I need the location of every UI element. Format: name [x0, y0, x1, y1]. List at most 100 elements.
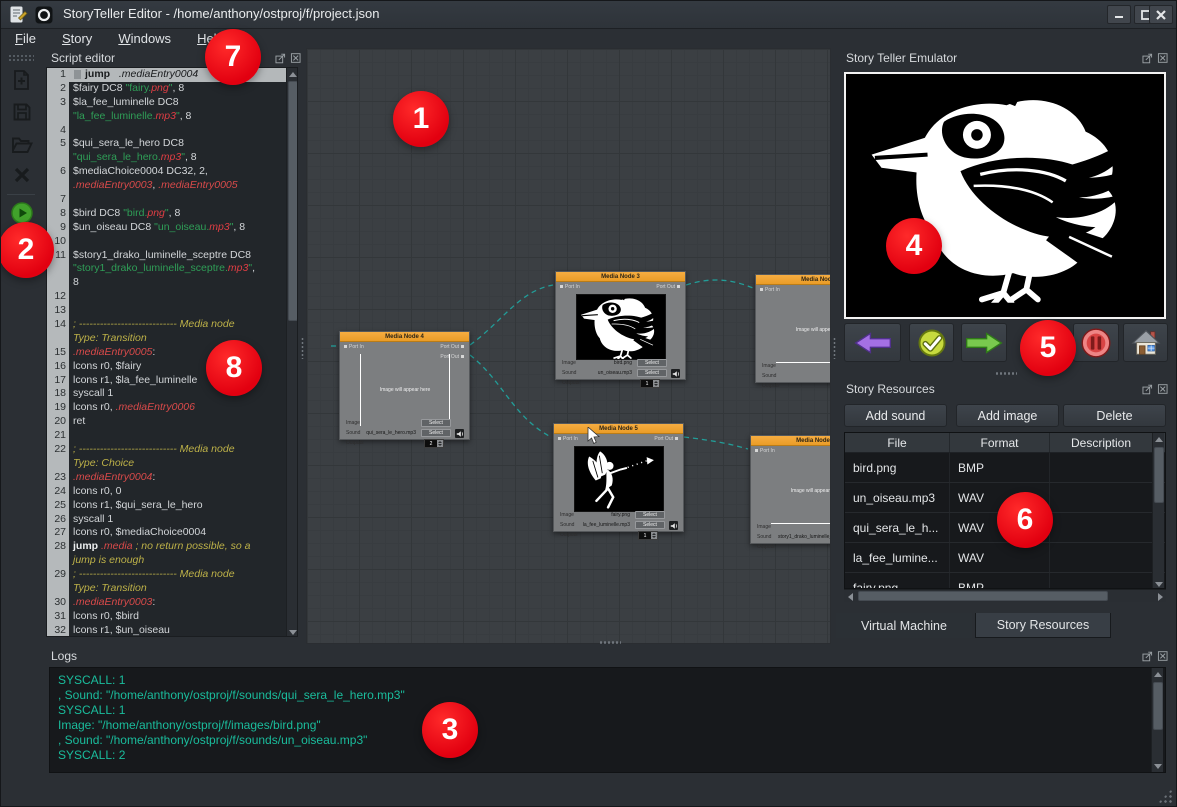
table-cell[interactable]: la_fee_lumine... [845, 543, 950, 572]
table-cell[interactable]: BMP [950, 453, 1050, 482]
select-image-button[interactable]: Select [635, 511, 665, 519]
run-icon[interactable] [10, 201, 34, 225]
logs-output[interactable]: SYSCALL: 1, Sound: "/home/anthony/ostpro… [49, 667, 1166, 773]
code-text[interactable]: $qui_sera_le_hero DC8 [69, 137, 297, 151]
code-text[interactable]: $un_oiseau DC8 "un_oiseau.mp3", 8 [69, 221, 297, 235]
code-text[interactable]: lcons r0, $bird [69, 610, 297, 624]
table-vscrollbar[interactable] [1152, 433, 1164, 589]
float-panel-icon[interactable] [1142, 52, 1154, 64]
editor-line[interactable]: .mediaEntry0003, .mediaEntry0005 [47, 179, 297, 193]
media-node[interactable]: Media Node 3Port InPort OutImagebird.png… [555, 271, 686, 380]
logs-scrollbar[interactable] [1151, 668, 1163, 772]
editor-line[interactable]: "la_fee_luminelle.mp3", 8 [47, 110, 297, 124]
editor-line[interactable]: 13 [47, 304, 297, 318]
menu-windows[interactable]: Windows [118, 31, 171, 46]
port-in[interactable]: Port In [342, 344, 364, 350]
editor-line[interactable]: 29; ---------------------------- Media n… [47, 568, 297, 582]
editor-line[interactable]: 14; ---------------------------- Media n… [47, 318, 297, 332]
editor-line[interactable]: 9$un_oiseau DC8 "un_oiseau.mp3", 8 [47, 221, 297, 235]
editor-line[interactable]: 27lcons r0, $mediaChoice0004 [47, 526, 297, 540]
editor-line[interactable]: "story1_drako_luminelle_sceptre.mp3", [47, 262, 297, 276]
select-sound-button[interactable]: Select [637, 369, 667, 377]
editor-line[interactable]: 26syscall 1 [47, 513, 297, 527]
node-graph-canvas[interactable]: Media Node 4Port InPort OutPort OutImage… [306, 48, 831, 644]
code-text[interactable]: $fairy DC8 "fairy.png", 8 [69, 82, 297, 96]
code-text[interactable]: syscall 1 [69, 513, 297, 527]
editor-line[interactable]: 22; ---------------------------- Media n… [47, 443, 297, 457]
code-text[interactable]: Type: Choice [69, 457, 297, 471]
toolbar-drag-handle[interactable] [8, 54, 34, 61]
emulator-pause-button[interactable] [1073, 323, 1119, 362]
media-node[interactable]: Media Node 6Port InPort OutImage will ap… [750, 435, 831, 544]
close-project-icon[interactable] [10, 163, 34, 187]
emulator-back-button[interactable] [844, 323, 901, 362]
menu-help[interactable]: Help [197, 31, 224, 46]
select-sound-button[interactable]: Select [421, 429, 451, 437]
table-cell[interactable] [1050, 513, 1152, 542]
new-document-icon[interactable] [10, 68, 34, 92]
editor-line[interactable]: 18syscall 1 [47, 387, 297, 401]
editor-scrollbar[interactable] [286, 68, 298, 637]
code-text[interactable]: .mediaEntry0003: [69, 596, 297, 610]
editor-line[interactable]: 32lcons r1, $un_oiseau [47, 624, 297, 637]
editor-line[interactable]: 10 [47, 235, 297, 249]
table-cell[interactable]: bird.png [845, 453, 950, 482]
titlebar[interactable]: StoryTeller Editor - /home/anthony/ostpr… [1, 1, 1177, 29]
script-editor[interactable]: 1jump .mediaEntry00042$fairy DC8 "fairy.… [46, 67, 298, 637]
code-text[interactable]: lcons r1, $la_fee_luminelle [69, 374, 297, 388]
node-title[interactable]: Media Node 6 [751, 436, 831, 446]
code-text[interactable]: "la_fee_luminelle.mp3", 8 [69, 110, 297, 124]
speaker-icon[interactable] [669, 521, 678, 530]
code-text[interactable] [69, 304, 297, 318]
editor-line[interactable]: 23.mediaEntry0004: [47, 471, 297, 485]
editor-line[interactable]: 4 [47, 124, 297, 138]
editor-line[interactable]: 25lcons r1, $qui_sera_le_hero [47, 499, 297, 513]
editor-line[interactable]: Type: Choice [47, 457, 297, 471]
table-cell[interactable]: BMP [950, 573, 1050, 589]
table-header[interactable]: FileFormatDescription [845, 433, 1165, 453]
node-title[interactable]: Media Node 4 [340, 332, 469, 342]
editor-line[interactable]: "qui_sera_le_hero.mp3", 8 [47, 151, 297, 165]
media-node[interactable]: Media Node 4Port InPort OutPort OutImage… [339, 331, 470, 440]
resources-table[interactable]: FileFormatDescription bird.pngBMPun_oise… [844, 432, 1166, 589]
column-header[interactable]: Format [950, 433, 1050, 452]
select-image-button[interactable]: Select [637, 359, 667, 367]
editor-line[interactable]: 31lcons r0, $bird [47, 610, 297, 624]
editor-line[interactable]: 5$qui_sera_le_hero DC8 [47, 137, 297, 151]
splitter-emulator-resources[interactable] [995, 371, 1017, 376]
editor-line[interactable]: 2$fairy DC8 "fairy.png", 8 [47, 82, 297, 96]
close-panel-icon[interactable] [1157, 52, 1169, 64]
port-in[interactable]: Port In [558, 284, 580, 290]
table-cell[interactable] [1050, 573, 1152, 589]
code-text[interactable]: lcons r0, 0 [69, 485, 297, 499]
float-panel-icon[interactable] [1142, 383, 1154, 395]
table-cell[interactable]: fairy.png [845, 573, 950, 589]
code-text[interactable]: "qui_sera_le_hero.mp3", 8 [69, 151, 297, 165]
code-text[interactable]: lcons r1, $qui_sera_le_hero [69, 499, 297, 513]
speaker-icon[interactable] [671, 369, 680, 378]
table-cell[interactable]: un_oiseau.mp3 [845, 483, 950, 512]
table-row[interactable]: un_oiseau.mp3WAV [845, 483, 1165, 513]
code-text[interactable]: ; ---------------------------- Media nod… [69, 443, 297, 457]
code-text[interactable]: jump .mediaEntry0004 [69, 68, 297, 82]
table-row[interactable]: qui_sera_le_h...WAV [845, 513, 1165, 543]
editor-line[interactable]: 8 [47, 276, 297, 290]
code-text[interactable]: .mediaEntry0005: [69, 346, 297, 360]
editor-line[interactable]: Type: Transition [47, 582, 297, 596]
port-out[interactable]: Port Out [656, 284, 682, 290]
close-panel-icon[interactable] [290, 52, 302, 64]
outputs-spinner[interactable]: 2 [424, 439, 444, 448]
code-text[interactable]: lcons r0, .mediaEntry0006 [69, 401, 297, 415]
port-in[interactable]: Port In [758, 287, 780, 293]
minimize-button[interactable] [1107, 5, 1131, 24]
table-hscrollbar[interactable] [844, 589, 1166, 602]
code-text[interactable]: Type: Transition [69, 332, 297, 346]
code-text[interactable] [69, 124, 297, 138]
editor-line[interactable]: 28jump .media ; no return possible, so a [47, 540, 297, 554]
port-in[interactable]: Port In [556, 436, 578, 442]
select-image-button[interactable]: Select [421, 419, 451, 427]
editor-line[interactable]: Type: Transition [47, 332, 297, 346]
delete-button[interactable]: Delete [1063, 404, 1166, 427]
open-folder-icon[interactable] [10, 133, 34, 157]
editor-line[interactable]: 11$story1_drako_luminelle_sceptre DC8 [47, 249, 297, 263]
